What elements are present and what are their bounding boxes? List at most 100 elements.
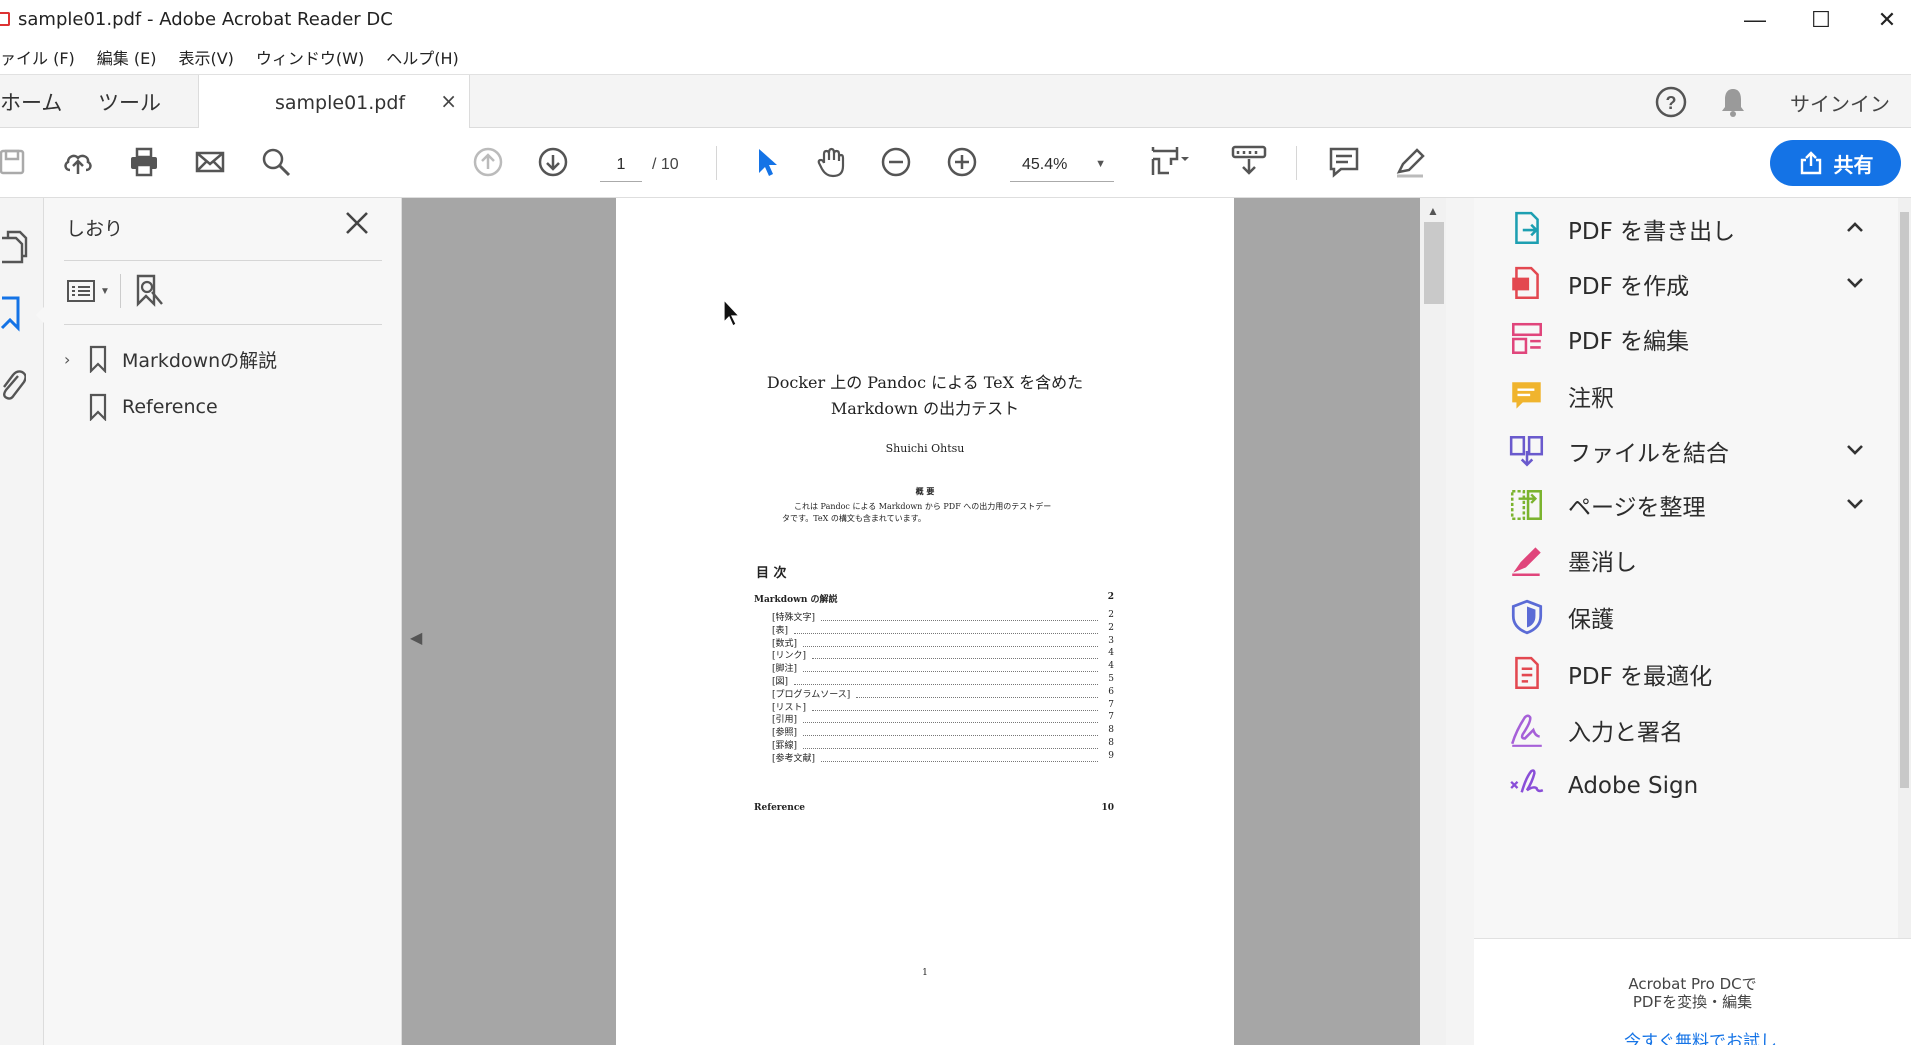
search-icon[interactable] xyxy=(256,142,296,182)
cloud-upload-icon[interactable] xyxy=(58,142,98,182)
zoom-in-icon[interactable] xyxy=(942,142,982,182)
toc-row-label: [参考文献] xyxy=(772,753,816,764)
scroll-up-icon[interactable]: ▲ xyxy=(1427,204,1439,218)
bookmark-item-markdown[interactable]: › Markdownの解説 xyxy=(64,344,277,374)
zoom-level-value: 45.4% xyxy=(1022,156,1068,173)
tool-item-comment[interactable]: 注釈 xyxy=(1506,371,1866,421)
tab-tools[interactable]: ツール xyxy=(98,75,188,129)
document-scrollbar[interactable]: ▲ xyxy=(1420,198,1446,1045)
menu-view[interactable]: 表示(V) xyxy=(178,45,233,69)
toc-row[interactable]: [参考文献] 9 xyxy=(754,751,1114,766)
page-thumbnails-icon[interactable] xyxy=(0,230,30,269)
close-panel-icon[interactable] xyxy=(344,210,370,241)
share-button-label: 共有 xyxy=(1833,152,1874,177)
select-cursor-icon[interactable] xyxy=(746,142,786,182)
document-scrollbar-thumb[interactable] xyxy=(1424,222,1444,304)
toc-reference-row[interactable]: Reference 10 xyxy=(754,803,1114,813)
toc-leader-dots xyxy=(803,661,1098,673)
toc-section-label: Markdown の解説 xyxy=(754,595,838,605)
collapse-left-panel-icon[interactable]: ◀ xyxy=(410,628,422,648)
previous-page-icon[interactable] xyxy=(468,142,508,182)
redact-icon xyxy=(1506,539,1548,581)
next-page-icon[interactable] xyxy=(533,142,573,182)
panel-gutter xyxy=(1446,198,1474,1045)
tool-item-export-pdf[interactable]: PDF を書き出し xyxy=(1506,204,1866,254)
fit-page-icon[interactable] xyxy=(1146,142,1196,182)
scroll-mode-icon[interactable] xyxy=(1226,140,1272,180)
toolbar-divider xyxy=(1296,146,1297,180)
zoom-out-icon[interactable] xyxy=(876,142,916,182)
page-footer-number: 1 xyxy=(922,968,928,978)
toc-leader-dots xyxy=(803,725,1098,737)
add-comment-icon[interactable] xyxy=(1324,142,1364,182)
bookmark-label: Reference xyxy=(122,396,218,418)
abstract-heading: 概 要 xyxy=(915,486,935,496)
notifications-bell-icon[interactable] xyxy=(1718,75,1748,129)
tab-document[interactable]: sample01.pdf × xyxy=(198,75,470,130)
hand-tool-icon[interactable] xyxy=(811,142,851,182)
tool-item-optimize-pdf[interactable]: PDF を最適化 xyxy=(1506,649,1866,699)
close-window-button[interactable]: ✕ xyxy=(1852,0,1911,40)
tab-document-label: sample01.pdf xyxy=(275,91,406,114)
tool-label: PDF を最適化 xyxy=(1568,664,1713,690)
chevron-down-icon[interactable] xyxy=(1844,438,1866,466)
tool-item-edit-pdf[interactable]: PDF を編集 xyxy=(1506,314,1866,364)
tab-close-icon[interactable]: × xyxy=(440,89,457,113)
list-options-icon xyxy=(67,280,95,302)
chevron-down-icon[interactable] xyxy=(1844,271,1866,299)
menu-file[interactable]: ァイル (F) xyxy=(0,45,75,69)
free-trial-link[interactable]: 今すぐ無料でお試し xyxy=(1624,1027,1777,1045)
document-title-line1: Docker 上の Pandoc による TeX を含めた xyxy=(766,373,1084,392)
share-icon xyxy=(1800,151,1821,175)
protect-icon xyxy=(1506,596,1548,638)
minimize-button[interactable]: — xyxy=(1720,0,1790,40)
title-bar: sample01.pdf - Adobe Acrobat Reader DC —… xyxy=(0,0,1911,40)
tool-item-adobe-sign[interactable]: Adobe Sign xyxy=(1506,761,1866,811)
help-icon[interactable]: ? xyxy=(1654,75,1688,129)
save-icon[interactable] xyxy=(0,142,32,182)
window-title: sample01.pdf - Adobe Acrobat Reader DC xyxy=(18,9,393,30)
bookmark-item-reference[interactable]: Reference xyxy=(64,392,218,422)
tool-item-combine-files[interactable]: ファイルを結合 xyxy=(1506,426,1866,476)
chevron-up-icon[interactable] xyxy=(1844,216,1866,244)
print-icon[interactable] xyxy=(124,142,164,182)
bookmarks-icon[interactable] xyxy=(0,296,24,337)
maximize-button[interactable]: ☐ xyxy=(1786,0,1856,40)
share-button[interactable]: 共有 xyxy=(1770,140,1901,186)
highlight-pen-icon[interactable] xyxy=(1390,142,1430,182)
toc-heading: 目 次 xyxy=(756,566,787,581)
toc-section-row[interactable]: Markdown の解説 2 xyxy=(754,592,1114,605)
tool-item-fill-sign[interactable]: 入力と署名 xyxy=(1506,705,1866,755)
toolbar-divider xyxy=(716,146,717,180)
tool-item-redact[interactable]: 墨消し xyxy=(1506,535,1866,585)
tool-item-protect[interactable]: 保護 xyxy=(1506,592,1866,642)
tab-home[interactable]: ホーム xyxy=(0,75,80,129)
toc-leader-dots xyxy=(856,687,1098,698)
divider xyxy=(64,260,382,261)
zoom-level-select[interactable]: 45.4% ▼ xyxy=(1010,148,1114,182)
bookmarks-panel: しおり ▼ › Markdownの解説 Reference xyxy=(44,198,402,1045)
menu-window[interactable]: ウィンドウ(W) xyxy=(256,45,364,69)
bookmark-label: Markdownの解説 xyxy=(122,349,278,372)
tools-panel-scrollbar-thumb[interactable] xyxy=(1900,212,1909,788)
bookmark-options-menu[interactable]: ▼ xyxy=(66,278,110,304)
chevron-right-icon[interactable]: › xyxy=(64,350,88,369)
fill-sign-icon xyxy=(1506,709,1548,751)
combine-files-icon xyxy=(1506,430,1548,472)
new-bookmark-icon[interactable] xyxy=(134,274,166,313)
email-icon[interactable] xyxy=(190,142,230,182)
tool-label: PDF を書き出し xyxy=(1568,219,1736,245)
pdf-page: Docker 上の Pandoc による TeX を含めた Markdown の… xyxy=(616,198,1234,1045)
edit-pdf-icon xyxy=(1506,318,1548,360)
tool-item-create-pdf[interactable]: PDF を作成 xyxy=(1506,259,1866,309)
page-total: / 10 xyxy=(652,156,679,173)
page-number-input[interactable]: 1 xyxy=(600,148,642,182)
tool-item-organize-pages[interactable]: ページを整理 xyxy=(1506,480,1866,530)
signin-link[interactable]: サインイン xyxy=(1790,75,1890,129)
menu-help[interactable]: ヘルプ(H) xyxy=(386,45,459,69)
attachments-icon[interactable] xyxy=(0,366,27,407)
chevron-down-icon[interactable] xyxy=(1844,492,1866,520)
comment-icon xyxy=(1506,375,1548,417)
toc-leader-dots xyxy=(821,610,1098,621)
menu-edit[interactable]: 編集 (E) xyxy=(97,45,157,69)
